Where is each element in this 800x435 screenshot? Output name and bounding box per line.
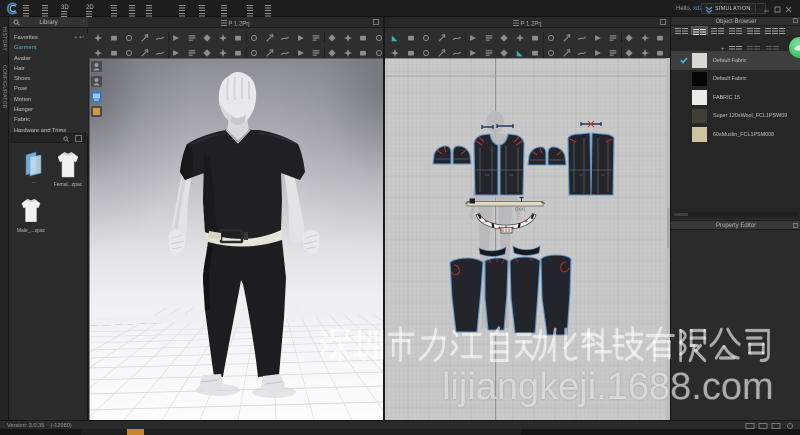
svg-text:OXX(: OXX( [515, 207, 526, 212]
